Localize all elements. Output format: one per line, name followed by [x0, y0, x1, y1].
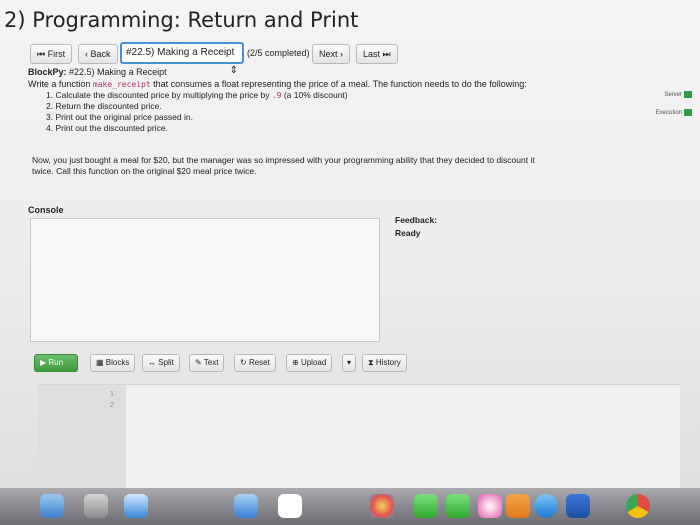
server-label: Server	[664, 92, 682, 98]
step-text: 2. Return the discounted price.	[46, 101, 162, 111]
chevron-right-icon: ›	[340, 49, 344, 59]
progress-text: (2/5 completed)	[247, 48, 310, 58]
facetime-icon[interactable]	[446, 494, 470, 518]
ibooks-icon[interactable]	[506, 494, 530, 518]
blocks-button[interactable]: ▦ Blocks	[90, 354, 136, 372]
execution-tab[interactable]: Execution	[654, 108, 694, 118]
server-tab[interactable]: Server	[662, 90, 694, 100]
line-number: 2	[110, 402, 114, 409]
problem-story: Now, you just bought a meal for $20, but…	[32, 155, 535, 176]
reset-label: Reset	[248, 358, 270, 367]
problem-heading: BlockPy: #22.5) Making a Receipt	[28, 67, 167, 77]
upload-label: Upload	[300, 358, 327, 367]
problem-heading-name: #22.5) Making a Receipt	[69, 67, 167, 77]
server-status-chip	[684, 90, 692, 98]
run-label: Run	[48, 358, 64, 367]
step-text: 1. Calculate the discounted price by mul…	[46, 90, 272, 100]
split-icon: ↔	[148, 358, 156, 367]
last-button[interactable]: Last ⏭	[356, 44, 398, 64]
step-item: 2. Return the discounted price.	[46, 101, 348, 112]
upload-dropdown[interactable]: ▾	[342, 354, 356, 372]
back-button[interactable]: ‹ Back	[78, 44, 118, 64]
code-editor[interactable]: 1 2	[38, 384, 680, 495]
blocks-icon: ▦	[96, 358, 104, 367]
messages-icon[interactable]	[414, 494, 438, 518]
word-icon[interactable]	[566, 494, 590, 518]
editor-text-area[interactable]	[126, 385, 680, 495]
text-button[interactable]: ✎ Text	[189, 354, 225, 372]
instruction-steps: 1. Calculate the discounted price by mul…	[46, 90, 348, 134]
step-item: 4. Print out the discounted price.	[46, 123, 348, 134]
next-label: Next	[319, 49, 338, 59]
first-label: First	[47, 49, 66, 59]
page-title: 2) Programming: Return and Print	[4, 8, 359, 32]
split-button[interactable]: ↔ Split	[142, 354, 180, 372]
first-icon: ⏮	[37, 49, 46, 59]
console-label: Console	[28, 205, 64, 215]
first-button[interactable]: ⏮ First	[30, 44, 73, 64]
last-icon: ⏭	[382, 49, 391, 59]
safari-icon[interactable]	[124, 494, 148, 518]
step-item: 3. Print out the original price passed i…	[46, 112, 348, 123]
back-label: Back	[90, 49, 111, 59]
editor-gutter: 1 2	[38, 385, 126, 495]
problem-heading-tool: BlockPy:	[28, 67, 67, 77]
select-arrows-icon: ⇕	[229, 65, 238, 76]
problem-select-value: #22.5) Making a Receipt	[126, 47, 235, 58]
itunes-icon[interactable]	[478, 494, 502, 518]
feedback-label: Feedback:	[395, 215, 438, 225]
pencil-icon: ✎	[195, 358, 202, 367]
mail-icon[interactable]	[234, 494, 258, 518]
problem-intro: Write a function make_receipt that consu…	[28, 79, 527, 89]
play-icon: ▶	[40, 358, 47, 367]
split-label: Split	[158, 358, 174, 367]
text-label: Text	[203, 358, 219, 367]
browser-page: 2) Programming: Return and Print ⏮ First…	[0, 0, 700, 525]
refresh-icon: ↻	[240, 358, 247, 367]
problem-select[interactable]: #22.5) Making a Receipt ⇕	[120, 42, 244, 76]
upload-button[interactable]: ⊕ Upload	[286, 354, 333, 372]
finder-icon[interactable]	[40, 494, 64, 518]
upload-icon: ⊕	[292, 358, 299, 367]
feedback-status: Ready	[395, 228, 421, 238]
history-button[interactable]: ⧗ History	[362, 354, 407, 372]
execution-label: Execution	[655, 110, 682, 116]
calendar-icon[interactable]	[278, 494, 302, 518]
run-button[interactable]: ▶ Run	[34, 354, 78, 372]
launchpad-icon[interactable]	[84, 494, 108, 518]
last-label: Last	[363, 49, 381, 59]
console-output[interactable]	[30, 218, 380, 342]
line-number: 1	[110, 391, 114, 398]
appstore-icon[interactable]	[534, 494, 558, 518]
step-item: 1. Calculate the discounted price by mul…	[46, 90, 348, 101]
execution-status-chip	[684, 108, 692, 116]
caret-down-icon: ▾	[346, 358, 351, 367]
intro-text-before: Write a function	[28, 79, 93, 89]
intro-text-after: that consumes a float representing the p…	[150, 79, 527, 89]
blocks-label: Blocks	[105, 358, 130, 367]
function-name-code: make_receipt	[92, 80, 151, 89]
next-button[interactable]: Next ›	[312, 44, 351, 64]
step-text: 3. Print out the original price passed i…	[46, 112, 193, 122]
hourglass-icon: ⧗	[368, 358, 374, 367]
chrome-icon[interactable]	[626, 494, 650, 518]
chevron-left-icon: ‹	[85, 49, 88, 59]
history-label: History	[375, 358, 401, 367]
reset-button[interactable]: ↻ Reset	[234, 354, 276, 372]
step-text-after: (a 10% discount)	[281, 90, 348, 100]
photos-icon[interactable]	[370, 494, 394, 518]
step-text: 4. Print out the discounted price.	[46, 123, 168, 133]
